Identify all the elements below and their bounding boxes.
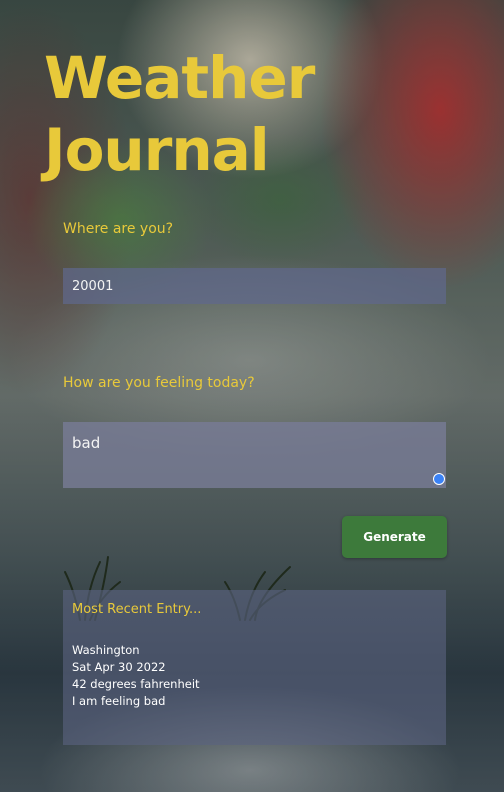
entry-date: Sat Apr 30 2022 xyxy=(72,660,166,674)
recent-entry-content: Washington Sat Apr 30 2022 42 degrees fa… xyxy=(72,642,200,710)
entry-city: Washington xyxy=(72,643,140,657)
recent-entry-panel: Most Recent Entry... Washington Sat Apr … xyxy=(63,590,446,745)
generate-button[interactable]: Generate xyxy=(342,516,447,558)
feeling-label: How are you feeling today? xyxy=(63,375,255,391)
entry-feeling: I am feeling bad xyxy=(72,694,166,708)
entry-temperature: 42 degrees fahrenheit xyxy=(72,677,200,691)
page-title: Weather Journal xyxy=(44,44,315,184)
feeling-textarea[interactable]: bad xyxy=(63,422,446,488)
grammar-check-icon[interactable] xyxy=(433,473,445,485)
zip-input[interactable] xyxy=(63,268,446,304)
zip-label: Where are you? xyxy=(63,221,174,237)
recent-entry-heading: Most Recent Entry... xyxy=(72,602,202,617)
